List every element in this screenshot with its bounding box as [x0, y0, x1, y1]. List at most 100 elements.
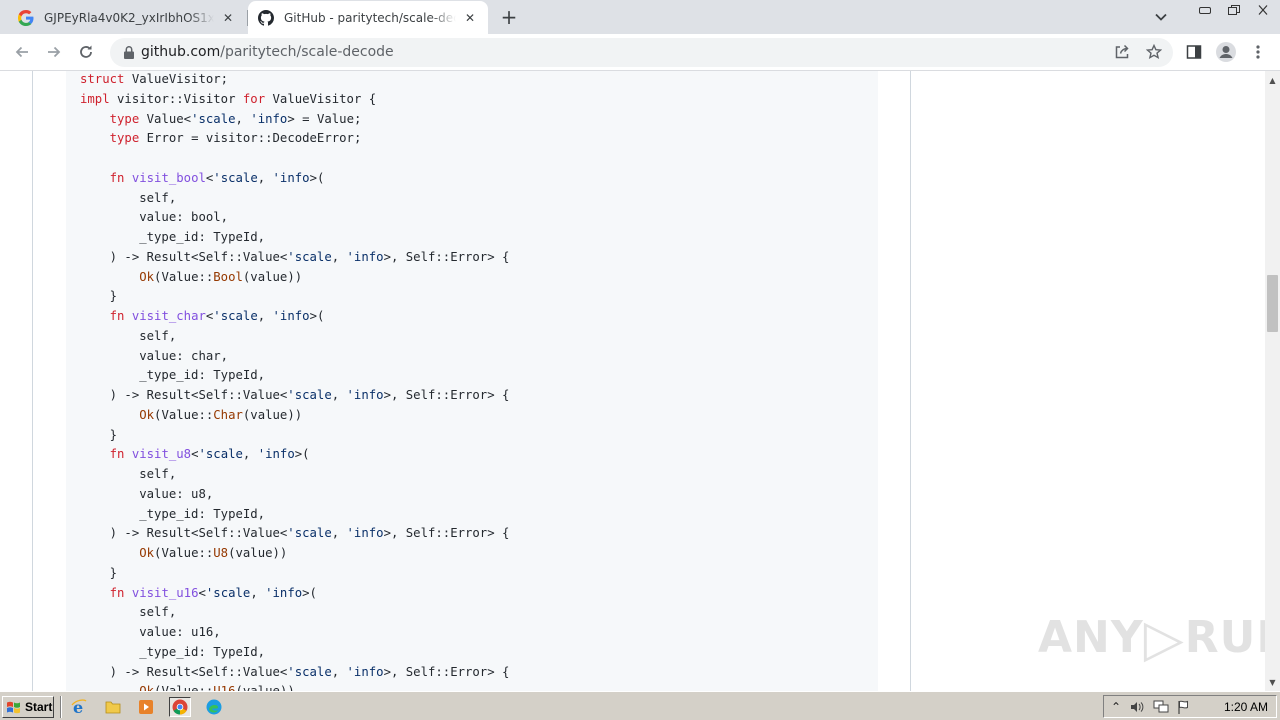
code-block[interactable]: struct ValueVisitor; impl visitor::Visito…	[66, 71, 878, 691]
code-token: Bool	[213, 269, 243, 284]
tab-title: GJPEyRla4v0K2_yxIrIbhOS1xvxa8f-	[44, 10, 214, 25]
folder-icon[interactable]	[102, 697, 124, 717]
star-icon	[1146, 44, 1162, 59]
close-tab-icon[interactable]: ✕	[220, 10, 236, 26]
tab-google[interactable]: GJPEyRla4v0K2_yxIrIbhOS1xvxa8f- ✕	[8, 1, 246, 34]
code-line: value: char,	[80, 347, 509, 367]
code-token: 'scale	[198, 447, 243, 462]
clock: 1:20 AM	[1223, 700, 1268, 714]
code-token: >(	[309, 309, 325, 323]
code-token: 'info	[250, 111, 288, 126]
play-icon: ▷	[1143, 609, 1185, 669]
code-token: ,	[331, 664, 347, 679]
minimize-button[interactable]	[1192, 1, 1218, 19]
code-token: 'info	[272, 170, 310, 185]
google-g-icon	[18, 9, 34, 26]
system-tray: ⌃ 1:20 AM	[1103, 695, 1277, 718]
code-token: _type_id: TypeId,	[80, 506, 266, 521]
code-text[interactable]: struct ValueVisitor; impl visitor::Visito…	[80, 71, 509, 691]
code-token: 'scale	[191, 111, 236, 126]
address-bar[interactable]: github.com/paritytech/scale-decode	[110, 38, 1173, 67]
code-token: type	[109, 111, 140, 126]
code-line: type Value<'scale, 'info> = Value;	[80, 110, 509, 130]
flag-icon[interactable]	[1177, 699, 1193, 715]
watermark-text-right: RUN	[1184, 612, 1265, 663]
code-line: Ok(Value::U16(value))	[80, 682, 509, 691]
volume-icon[interactable]	[1129, 699, 1145, 715]
code-token: ) -> Result<Self::Value<	[80, 526, 288, 541]
code-token: (value))	[242, 407, 303, 422]
scroll-thumb[interactable]	[1267, 275, 1278, 332]
code-token: 'info	[346, 526, 384, 541]
code-line: Ok(Value::U8(value))	[80, 544, 509, 564]
restore-icon	[1228, 5, 1240, 15]
lock-icon[interactable]	[122, 45, 136, 60]
code-token: >(	[294, 447, 310, 462]
vertical-scrollbar[interactable]: ▲ ▼	[1265, 71, 1280, 691]
code-token: 'info	[272, 309, 310, 323]
code-token: 'scale	[205, 585, 251, 600]
browser-toolbar: github.com/paritytech/scale-decode	[0, 34, 1280, 71]
back-button[interactable]	[10, 40, 34, 64]
ie-icon[interactable]: e	[68, 697, 90, 717]
code-line: value: bool,	[80, 208, 509, 228]
show-hidden-icon[interactable]: ⌃	[1108, 699, 1124, 715]
network-icon[interactable]	[1153, 699, 1169, 715]
code-token: Ok	[139, 684, 154, 691]
code-token: visit_bool	[131, 170, 206, 185]
code-line: _type_id: TypeId,	[80, 505, 509, 525]
more-vert-icon	[1256, 45, 1260, 59]
restore-button[interactable]	[1221, 1, 1247, 19]
code-line: type Error = visitor::DecodeError;	[80, 129, 509, 149]
code-token: 'info	[346, 388, 384, 402]
code-token: for	[242, 91, 266, 106]
profile-button[interactable]	[1214, 40, 1238, 64]
code-token: fn	[109, 447, 125, 462]
side-panel-button[interactable]	[1182, 40, 1206, 64]
code-token: type	[109, 131, 140, 146]
media-player-icon[interactable]	[135, 697, 157, 717]
code-token: ,	[242, 447, 258, 462]
url-path: /paritytech/scale-decode	[220, 44, 394, 60]
code-token: fn	[109, 170, 125, 185]
code-token: 'info	[265, 585, 303, 600]
code-token: visitor::Visitor	[109, 91, 243, 106]
code-token: self,	[80, 605, 177, 620]
code-token: fn	[109, 585, 125, 600]
share-button[interactable]	[1110, 40, 1134, 64]
code-token: <	[198, 585, 206, 600]
scroll-up-icon[interactable]: ▲	[1265, 73, 1280, 88]
tab-github[interactable]: GitHub - paritytech/scale-decode: De ✕	[248, 1, 488, 34]
start-button[interactable]: Start	[2, 696, 54, 718]
edge-icon[interactable]	[203, 697, 225, 717]
code-token: ) -> Result<Self::Value<	[80, 664, 288, 679]
code-token: ,	[250, 585, 266, 600]
avatar-icon	[1216, 42, 1236, 62]
chrome-icon[interactable]	[169, 697, 191, 717]
reload-button[interactable]	[74, 40, 98, 64]
tab-search-button[interactable]	[1150, 7, 1172, 27]
code-token: value: bool,	[80, 210, 229, 225]
code-token: }	[80, 427, 118, 442]
code-token: impl	[80, 91, 110, 106]
code-token: > = Value;	[287, 111, 362, 126]
code-token: (value))	[228, 546, 288, 560]
code-token: ) -> Result<Self::Value<	[80, 388, 288, 402]
code-line: fn visit_u8<'scale, 'info>(	[80, 445, 509, 465]
new-tab-button[interactable]: +	[497, 5, 521, 29]
close-tab-icon[interactable]: ✕	[462, 10, 478, 26]
code-token: (Value::	[154, 269, 214, 284]
page-content: struct ValueVisitor; impl visitor::Visito…	[0, 71, 1265, 691]
bookmark-button[interactable]	[1142, 40, 1166, 64]
forward-button[interactable]	[42, 40, 66, 64]
scroll-down-icon[interactable]: ▼	[1265, 675, 1280, 690]
close-window-button[interactable]	[1250, 1, 1276, 19]
code-token: (value))	[242, 269, 303, 284]
menu-button[interactable]	[1246, 40, 1270, 64]
